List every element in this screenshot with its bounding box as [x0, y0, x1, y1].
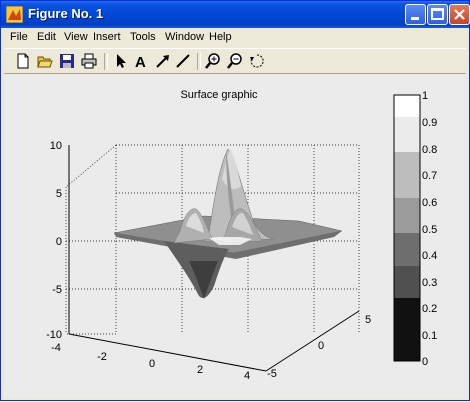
colorbar-tick-label: 0.9: [422, 117, 437, 129]
matlab-logo-icon: [6, 6, 23, 23]
menu-help[interactable]: Help: [209, 31, 232, 43]
x-tick-label: 0: [149, 358, 155, 370]
maximize-button[interactable]: [427, 4, 448, 25]
print-icon[interactable]: [80, 52, 98, 70]
colorbar-tick-label: 0.5: [422, 224, 437, 236]
zoom-in-icon[interactable]: [204, 52, 222, 70]
zoom-out-icon[interactable]: [226, 52, 244, 70]
plot-title: Surface graphic: [180, 89, 258, 101]
z-tick-label: 10: [50, 140, 62, 152]
colorbar-tick-label: 0.4: [422, 250, 437, 262]
menu-edit[interactable]: Edit: [37, 31, 56, 43]
toolbar-separator: [104, 53, 108, 70]
y-axis: -5 0 5: [267, 314, 371, 380]
x-tick-label: -2: [97, 351, 107, 363]
rotate-3d-icon[interactable]: [248, 52, 266, 70]
minimize-button[interactable]: [405, 4, 426, 25]
open-folder-icon[interactable]: [36, 52, 54, 70]
surface-mesh: [113, 148, 343, 299]
figure-window: Figure No. 1 File Edit View Insert Tools…: [0, 0, 470, 401]
menu-bar: File Edit View Insert Tools Window Help: [4, 28, 466, 48]
save-icon[interactable]: [58, 52, 76, 70]
surface-plot: Surface graphic 10 5 0 -5 -10 -4 -2 0 2 …: [46, 89, 437, 382]
y-tick-label: -5: [267, 368, 277, 380]
colorbar-tick-label: 1: [422, 90, 428, 102]
menu-view[interactable]: View: [64, 31, 88, 43]
z-tick-label: 5: [56, 188, 62, 200]
maximize-icon: [431, 8, 444, 20]
colorbar-tick-label: 0.2: [422, 303, 437, 315]
toolbar-separator: [197, 53, 201, 70]
menu-window[interactable]: Window: [165, 31, 204, 43]
colorbar-tick-label: 0.6: [422, 197, 437, 209]
menu-file[interactable]: File: [10, 31, 28, 43]
insert-arrow-icon[interactable]: [154, 52, 172, 70]
svg-text:A: A: [135, 54, 146, 70]
insert-text-icon[interactable]: A: [132, 52, 150, 70]
z-tick-label: 0: [56, 236, 62, 248]
colorbar: [393, 94, 421, 362]
z-tick-label: -10: [46, 329, 62, 341]
close-icon: [454, 9, 465, 20]
figure-canvas: Surface graphic 10 5 0 -5 -10 -4 -2 0 2 …: [4, 75, 466, 397]
colorbar-tick-label: 0: [422, 356, 428, 368]
x-tick-label: 4: [244, 370, 250, 382]
x-tick-label: 2: [197, 364, 203, 376]
z-tick-label: -5: [52, 284, 62, 296]
menu-insert[interactable]: Insert: [93, 31, 121, 43]
y-tick-label: 5: [365, 314, 371, 326]
minimize-icon: [411, 17, 419, 20]
menu-tools[interactable]: Tools: [130, 31, 156, 43]
title-bar[interactable]: Figure No. 1: [1, 1, 470, 28]
window-title: Figure No. 1: [28, 6, 104, 21]
colorbar-tick-label: 0.3: [422, 277, 437, 289]
colorbar-tick-label: 0.7: [422, 170, 437, 182]
colorbar-axis: 1 0.9 0.8 0.7 0.6 0.5 0.4 0.3 0.2 0.1 0: [422, 90, 437, 368]
colorbar-tick-label: 0.8: [422, 144, 437, 156]
y-tick-label: 0: [318, 340, 324, 352]
x-tick-label: -4: [51, 342, 61, 354]
colorbar-tick-label: 0.1: [422, 330, 437, 342]
select-arrow-icon[interactable]: [112, 52, 130, 70]
z-axis: 10 5 0 -5 -10: [46, 140, 62, 341]
toolbar: A: [4, 48, 466, 74]
insert-line-icon[interactable]: [174, 52, 192, 70]
new-file-icon[interactable]: [14, 52, 32, 70]
close-button[interactable]: [449, 4, 470, 25]
